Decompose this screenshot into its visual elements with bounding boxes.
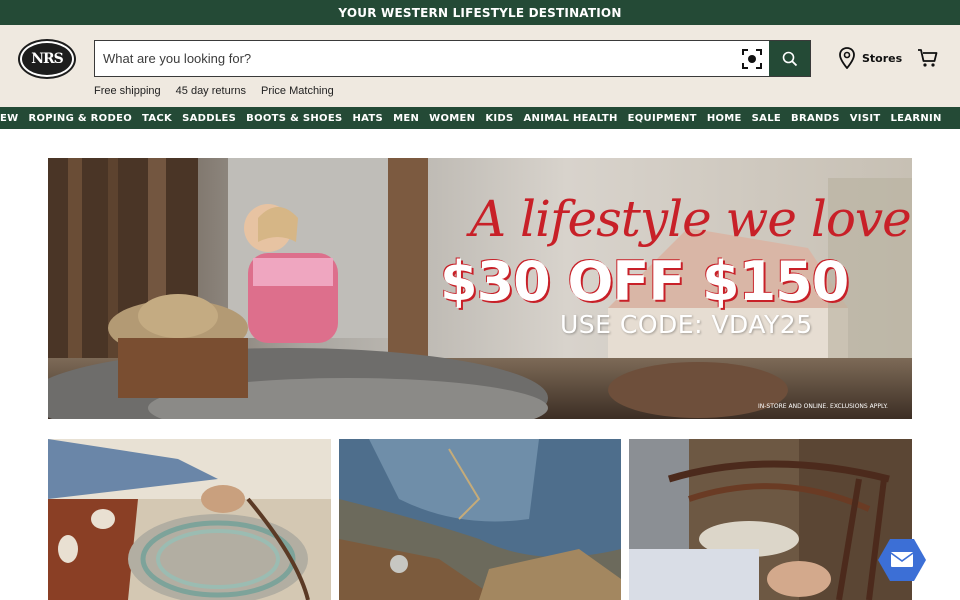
stores-label: Stores [862,51,903,65]
nav-item-men[interactable]: MEN [393,113,419,124]
nav-item-sale[interactable]: SALE [752,113,781,124]
search-icon [782,51,797,66]
search-bar [94,40,811,77]
stores-link[interactable]: Stores [838,47,902,69]
nav-item-new[interactable]: EW [0,113,18,124]
nav-item-learning[interactable]: LEARNIN [890,113,941,124]
hero-fine-print: IN-STORE AND ONLINE. EXCLUSIONS APPLY. [758,403,888,410]
nav-item-women[interactable]: WOMEN [429,113,475,124]
tack-photo [629,439,912,600]
nav-item-hats[interactable]: HATS [353,113,384,124]
perk-price-matching[interactable]: Price Matching [261,85,334,97]
nav-item-roping-rodeo[interactable]: ROPING & RODEO [28,113,132,124]
cart-icon [918,49,938,67]
hero-script-headline: A lifestyle we love! [470,190,912,248]
category-tile-roping[interactable] [48,439,331,600]
cart-button[interactable] [917,48,939,73]
location-pin-icon [839,47,855,69]
roping-photo [48,439,331,600]
camera-search-icon [742,48,762,69]
perks-row: Free shipping 45 day returns Price Match… [94,85,334,97]
nav-item-kids[interactable]: KIDS [485,113,513,124]
nrs-logo[interactable]: NRS [18,39,76,79]
hero-banner[interactable]: A lifestyle we love! $30 OFF $150 USE CO… [48,158,912,419]
category-tile-boots[interactable] [339,439,621,600]
nav-item-tack[interactable]: TACK [142,113,172,124]
nav-item-boots-shoes[interactable]: BOOTS & SHOES [246,113,342,124]
nav-item-equipment[interactable]: EQUIPMENT [628,113,697,124]
hero-promo-code: USE CODE: VDAY25 [560,310,813,339]
camera-search-button[interactable] [735,41,769,76]
announcement-bar: YOUR WESTERN LIFESTYLE DESTINATION [0,0,960,25]
nav-item-home[interactable]: HOME [707,113,742,124]
boots-photo [339,439,621,600]
nav-item-saddles[interactable]: SADDLES [182,113,236,124]
mail-icon [878,539,926,581]
nav-item-animal-health[interactable]: ANIMAL HEALTH [524,113,618,124]
category-tile-tack[interactable] [629,439,912,600]
search-button[interactable] [769,41,810,76]
search-input[interactable] [95,41,735,76]
perk-returns[interactable]: 45 day returns [176,85,246,97]
nav-item-brands[interactable]: BRANDS [791,113,840,124]
nav-item-visit[interactable]: VISIT [850,113,881,124]
main-nav: EW ROPING & RODEO TACK SADDLES BOOTS & S… [0,107,960,129]
hero-offer: $30 OFF $150 [440,250,849,313]
chat-button[interactable] [878,538,926,582]
perk-free-shipping[interactable]: Free shipping [94,85,161,97]
logo-text: NRS [22,43,72,75]
site-header: NRS Stores Free ship [0,25,960,107]
